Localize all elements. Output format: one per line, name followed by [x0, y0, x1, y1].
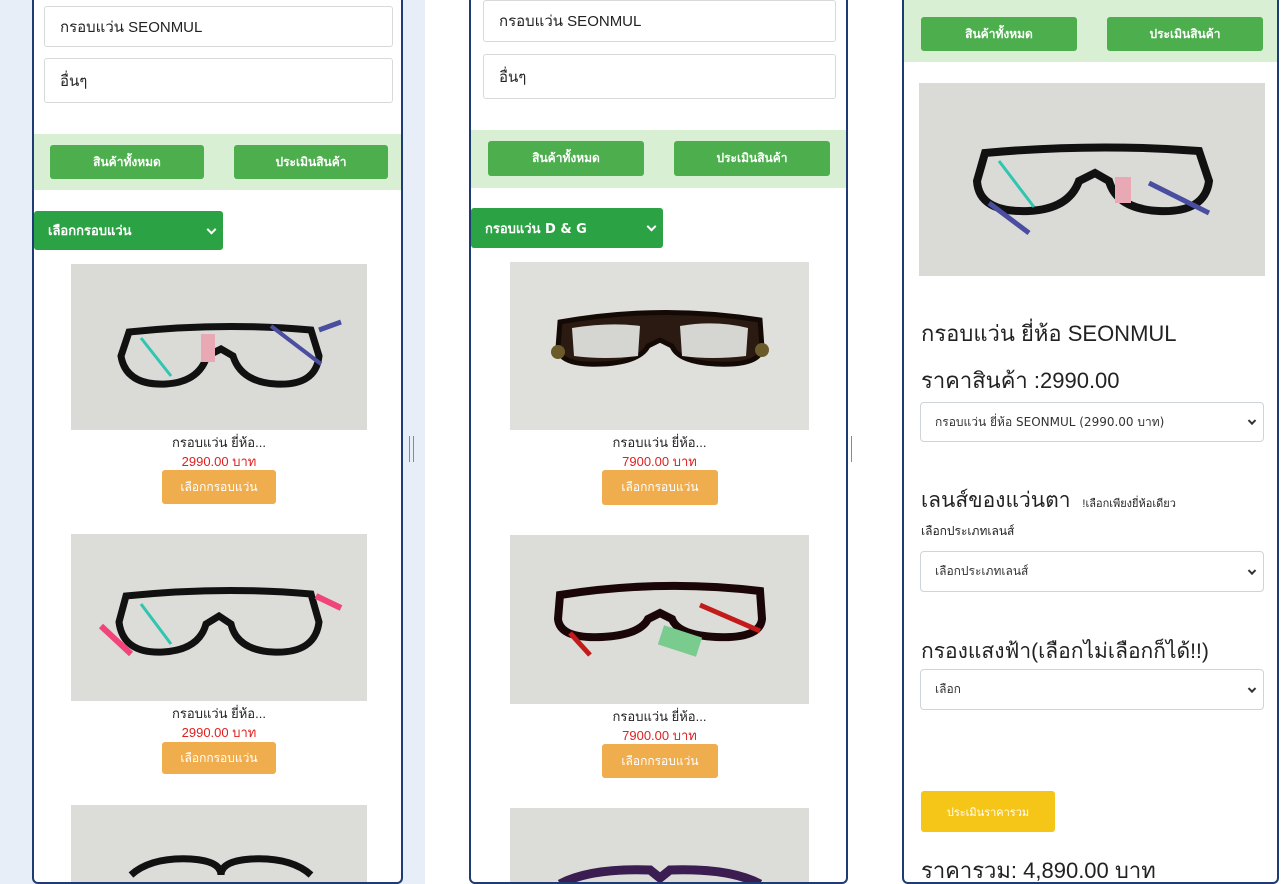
eyeglasses-blue-temple-photo: [919, 83, 1265, 276]
product-photo-3[interactable]: [510, 808, 809, 882]
category-select[interactable]: เลือกกรอบแว่น: [34, 211, 223, 250]
lens-note: !เลือกเพียงยี่ห้อเดียว: [1082, 498, 1176, 510]
product-price-1: 2990.00 บาท: [181, 454, 257, 469]
product-name-2: กรอบแว่น ยี่ห้อ...: [172, 706, 266, 721]
lens-type-select-value: เลือกประเภทเลนส์: [935, 564, 1029, 578]
product-photo-1[interactable]: [71, 264, 367, 430]
category-select[interactable]: กรอบแว่น D & G: [471, 208, 663, 248]
chevron-down-icon: [1247, 416, 1257, 426]
bluelight-select-value: เลือก: [935, 682, 961, 696]
resize-handle[interactable]: [851, 436, 852, 462]
product-title: กรอบแว่น ยี่ห้อ SEONMUL: [921, 321, 1177, 346]
lens-heading: เลนส์ของแว่นตา !เลือกเพียงยี่ห้อเดียว: [921, 484, 1176, 517]
product-price: ราคาสินค้า :2990.00: [921, 368, 1120, 393]
eyeglasses-blue-temple-photo: [71, 264, 367, 430]
eyeglasses-pink-temple-photo: [71, 534, 367, 701]
all-products-button[interactable]: สินค้าทั้งหมด: [50, 145, 204, 179]
eyeglasses-dg-red-photo: [510, 535, 809, 704]
product-photo-1[interactable]: [510, 262, 809, 430]
product-name-1: กรอบแว่น ยี่ห้อ...: [612, 435, 707, 450]
chevron-down-icon: [1247, 684, 1257, 693]
filter-item-others[interactable]: อื่นๆ: [44, 58, 393, 103]
product-photo: [919, 83, 1265, 276]
screenshot-collage: กรอบแว่น SEONMUL อื่นๆ สินค้าทั้งหมด ประ…: [0, 0, 1285, 884]
lens-type-select[interactable]: เลือกประเภทเลนส์: [920, 551, 1264, 592]
all-products-button[interactable]: สินค้าทั้งหมด: [488, 141, 644, 176]
category-select-value: กรอบแว่น D & G: [485, 221, 587, 237]
product-name-1: กรอบแว่น ยี่ห้อ...: [172, 435, 266, 450]
product-photo-2[interactable]: [510, 535, 809, 704]
eyeglasses-purple-photo: [510, 808, 809, 882]
evaluate-button[interactable]: ประเมินสินค้า: [1107, 17, 1263, 51]
all-products-button[interactable]: สินค้าทั้งหมด: [921, 17, 1077, 51]
product-price-1: 7900.00 บาท: [622, 454, 697, 469]
bluelight-select[interactable]: เลือก: [920, 669, 1264, 710]
right-phone-view: สินค้าทั้งหมด ประเมินสินค้า กรอบแว่น ยี่…: [902, 0, 1279, 884]
lens-type-label: เลือกประเภทเลนส์: [921, 524, 1015, 538]
filter-item-others[interactable]: อื่นๆ: [483, 54, 836, 99]
evaluate-button[interactable]: ประเมินสินค้า: [674, 141, 830, 176]
filter-item-seonmul[interactable]: กรอบแว่น SEONMUL: [483, 0, 836, 42]
total-price: ราคารวม: 4,890.00 บาท: [921, 858, 1156, 883]
product-price-2: 2990.00 บาท: [181, 725, 257, 740]
select-frame-button-1[interactable]: เลือกกรอบแว่น: [162, 470, 276, 504]
filter-item-seonmul[interactable]: กรอบแว่น SEONMUL: [44, 6, 393, 47]
product-name-2: กรอบแว่น ยี่ห้อ...: [612, 709, 707, 724]
frame-select-value: กรอบแว่น ยี่ห้อ SEONMUL (2990.00 บาท): [935, 414, 1165, 429]
eyeglasses-round-photo: [71, 805, 367, 882]
select-frame-button-2[interactable]: เลือกกรอบแว่น: [602, 744, 718, 778]
product-photo-2[interactable]: [71, 534, 367, 701]
select-frame-button-1[interactable]: เลือกกรอบแว่น: [602, 470, 718, 505]
lens-heading-text: เลนส์ของแว่นตา: [921, 489, 1071, 512]
eyeglasses-dg-brown-photo: [510, 262, 809, 430]
frame-select[interactable]: กรอบแว่น ยี่ห้อ SEONMUL (2990.00 บาท): [920, 402, 1264, 442]
chevron-down-icon: [206, 224, 217, 235]
bluelight-heading: กรองแสงฟ้า(เลือกไม่เลือกก็ได้!!): [921, 640, 1209, 663]
left-phone-view: กรอบแว่น SEONMUL อื่นๆ สินค้าทั้งหมด ประ…: [32, 0, 403, 884]
category-select-value: เลือกกรอบแว่น: [48, 224, 132, 239]
select-frame-button-2[interactable]: เลือกกรอบแว่น: [162, 742, 276, 774]
resize-handle[interactable]: [409, 436, 414, 462]
evaluate-button[interactable]: ประเมินสินค้า: [234, 145, 388, 179]
middle-phone-view: กรอบแว่น SEONMUL อื่นๆ สินค้าทั้งหมด ประ…: [469, 0, 848, 884]
evaluate-total-button[interactable]: ประเมินราคารวม: [921, 791, 1055, 832]
product-price-2: 7900.00 บาท: [622, 728, 697, 743]
chevron-down-icon: [646, 221, 657, 232]
chevron-down-icon: [1247, 566, 1257, 575]
product-photo-3[interactable]: [71, 805, 367, 882]
